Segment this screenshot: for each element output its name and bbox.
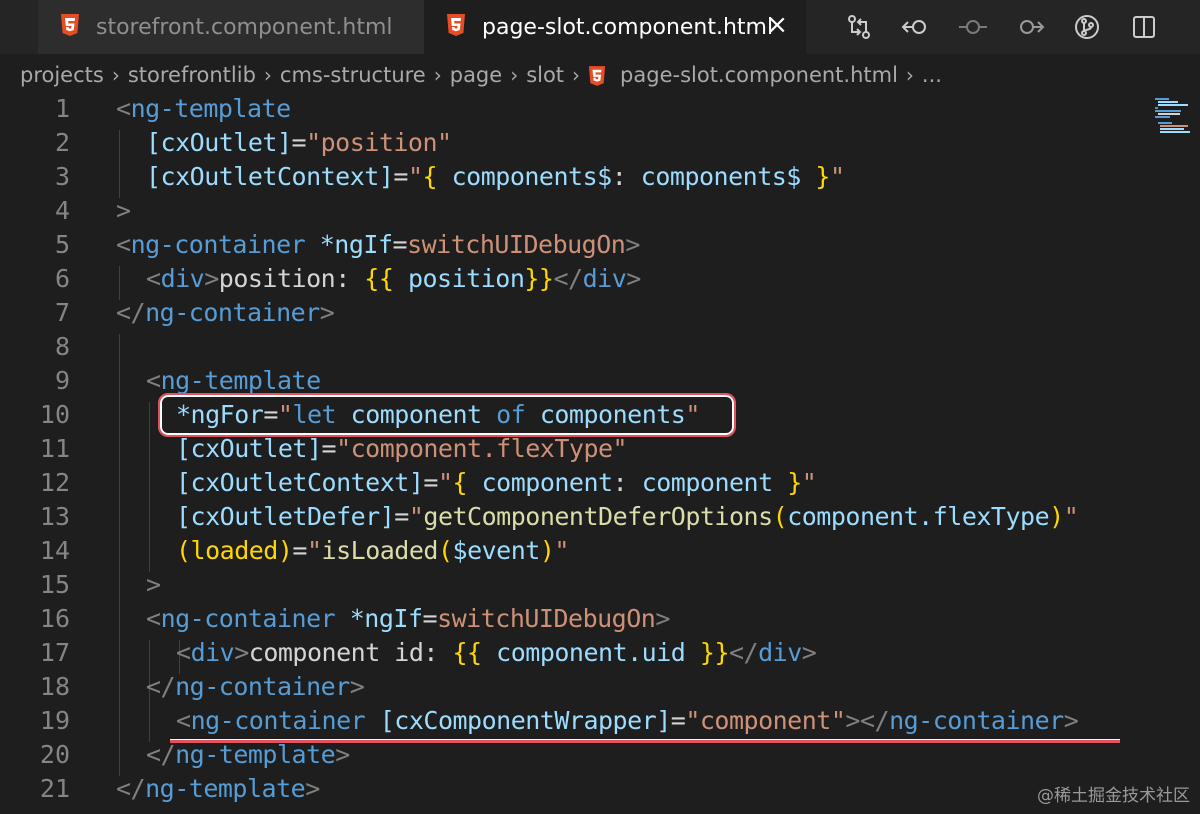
line-number: 13 [39, 502, 70, 531]
code-text: <ng-container *ngIf=switchUIDebugOn> [116, 230, 640, 259]
tab-label: page-slot.component.html [482, 14, 774, 40]
code-text: </ng-template> [116, 774, 320, 803]
line-number: 10 [39, 400, 70, 429]
breadcrumb-storefrontlib[interactable]: storefrontlib [128, 63, 256, 87]
code-line: 4 > [0, 194, 1200, 228]
code-text: <ng-template [116, 94, 291, 123]
code-line: 13 [cxOutletDefer]="getComponentDeferOpti… [0, 500, 1200, 534]
breadcrumb-cms-structure[interactable]: cms-structure [280, 63, 426, 87]
highlight-underline [170, 739, 1120, 743]
code-line: 15 > [0, 568, 1200, 602]
code-text: </ng-template> [146, 740, 350, 769]
code-line: 20 </ng-template> [0, 738, 1200, 772]
chevron-right-icon: › [572, 63, 581, 87]
source-control-compare-icon[interactable] [830, 0, 887, 54]
chevron-right-icon: › [510, 63, 519, 87]
line-number: 16 [39, 604, 70, 633]
line-number: 2 [54, 128, 70, 157]
tab-page-slot-component[interactable]: page-slot.component.html × [424, 0, 806, 54]
go-back-icon[interactable] [887, 0, 944, 54]
html5-icon [588, 63, 606, 87]
line-number: 14 [39, 536, 70, 565]
chevron-right-icon: › [433, 63, 442, 87]
line-number: 1 [54, 94, 70, 123]
code-line: 17 <div>component id: {{ component.uid }}… [0, 636, 1200, 670]
code-line: 19 <ng-container [cxComponentWrapper]="co… [0, 704, 1200, 738]
line-number: 3 [54, 162, 70, 191]
code-line: 1 <ng-template [0, 92, 1200, 126]
line-number: 19 [39, 706, 70, 735]
line-number: 21 [39, 774, 70, 803]
git-graph-icon[interactable] [1058, 0, 1115, 54]
tab-bar: storefront.component.html page-slot.comp… [0, 0, 1200, 54]
code-line: 6 <div>position: {{ position}}</div> [0, 262, 1200, 296]
code-line: 16 <ng-container *ngIf=switchUIDebugOn> [0, 602, 1200, 636]
html5-icon [446, 13, 466, 41]
code-text: [cxOutlet]="component.flexType" [176, 434, 628, 463]
chevron-right-icon: › [905, 63, 914, 87]
close-icon[interactable]: × [766, 10, 788, 40]
editor-actions [830, 0, 1172, 54]
code-line: 5 <ng-container *ngIf=switchUIDebugOn> [0, 228, 1200, 262]
go-forward-icon[interactable] [1001, 0, 1058, 54]
line-number: 17 [39, 638, 70, 667]
code-text: (loaded)="isLoaded($event)" [176, 536, 569, 565]
tab-label: storefront.component.html [96, 14, 393, 40]
line-number: 8 [54, 332, 70, 361]
breadcrumb: projects › storefrontlib › cms-structure… [0, 54, 1200, 96]
code-line: 12 [cxOutletContext]="{ component: compon… [0, 466, 1200, 500]
code-editor[interactable]: 1 <ng-template 2 [cxOutlet]="position" 3 [c… [0, 94, 1200, 814]
code-line: 21 </ng-template> [0, 772, 1200, 806]
watermark: @稀土掘金技术社区 [1037, 786, 1190, 806]
code-text: </ng-container> [146, 672, 365, 701]
code-line: 2 [cxOutlet]="position" [0, 126, 1200, 160]
line-number: 6 [54, 264, 70, 293]
line-number: 15 [39, 570, 70, 599]
code-text: [cxOutletContext]="{ component: componen… [176, 468, 817, 497]
split-editor-icon[interactable] [1115, 0, 1172, 54]
breadcrumb-page[interactable]: page [450, 63, 502, 87]
line-number: 20 [39, 740, 70, 769]
code-text: </ng-container> [116, 298, 335, 327]
tab-storefront-component[interactable]: storefront.component.html [38, 0, 424, 54]
code-line: 14 (loaded)="isLoaded($event)" [0, 534, 1200, 568]
code-text: [cxOutletDefer]="getComponentDeferOption… [176, 502, 1079, 531]
line-number: 9 [54, 366, 70, 395]
highlight-box [158, 393, 736, 437]
line-number: 7 [54, 298, 70, 327]
breadcrumb-file[interactable]: page-slot.component.html [620, 63, 898, 87]
timeline-icon[interactable] [944, 0, 1001, 54]
code-line: 18 </ng-container> [0, 670, 1200, 704]
code-text: > [116, 196, 131, 225]
code-line: 7 </ng-container> [0, 296, 1200, 330]
line-number: 12 [39, 468, 70, 497]
minimap[interactable] [1150, 96, 1200, 136]
code-text: <ng-container [cxComponentWrapper]="comp… [176, 706, 1079, 735]
line-number: 4 [54, 196, 70, 225]
html5-icon [60, 13, 80, 41]
breadcrumb-symbol[interactable]: ... [922, 63, 942, 87]
line-number: 18 [39, 672, 70, 701]
code-line: 8 [0, 330, 1200, 364]
breadcrumb-slot[interactable]: slot [526, 63, 564, 87]
code-text: <ng-container *ngIf=switchUIDebugOn> [146, 604, 670, 633]
line-number: 5 [54, 230, 70, 259]
code-text: [cxOutletContext]="{ components$: compon… [146, 162, 845, 191]
code-text: <div>component id: {{ component.uid }}</… [176, 638, 817, 667]
code-line: 3 [cxOutletContext]="{ components$: compo… [0, 160, 1200, 194]
chevron-right-icon: › [111, 63, 120, 87]
code-text: [cxOutlet]="position" [146, 128, 452, 157]
code-text: <div>position: {{ position}}</div> [146, 264, 641, 293]
code-line: 11 [cxOutlet]="component.flexType" [0, 432, 1200, 466]
line-number: 11 [39, 434, 70, 463]
chevron-right-icon: › [263, 63, 272, 87]
code-text: > [146, 570, 161, 599]
breadcrumb-projects[interactable]: projects [20, 63, 104, 87]
